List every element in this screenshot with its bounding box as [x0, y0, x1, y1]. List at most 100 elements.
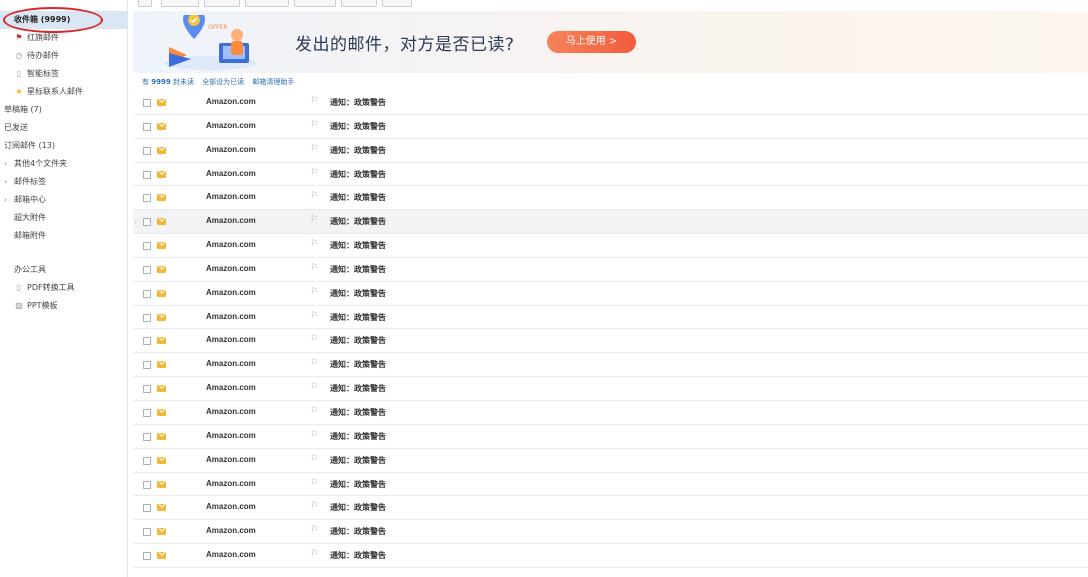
flag-icon[interactable]: ⚐ — [310, 549, 318, 559]
sidebar-item-ppt-template[interactable]: ▨ PPT模板 — [0, 297, 127, 315]
mail-subject: 通知：政策警告 — [330, 312, 386, 322]
flag-icon[interactable]: ⚐ — [310, 478, 318, 488]
mail-sender: Amazon.com — [206, 550, 256, 560]
mail-row[interactable]: Amazon.com ⚐ 通知：政策警告 — [133, 186, 1088, 211]
flag-icon[interactable]: ⚐ — [310, 358, 318, 368]
flag-icon[interactable]: ⚐ — [310, 96, 318, 106]
ppt-icon: ▨ — [15, 301, 23, 310]
sidebar-item-label: 收件箱 (9999) — [14, 15, 71, 24]
sidebar: 收件箱 (9999) ⚑ 红旗邮件 ◷ 待办邮件 ▯ 智能标签 ★ 星标联系人邮… — [0, 0, 128, 577]
mail-checkbox[interactable] — [143, 170, 151, 179]
mail-row[interactable]: Amazon.com ⚐ 通知：政策警告 — [133, 377, 1088, 401]
mark-all-read-link[interactable]: 全部设为已读 — [202, 78, 244, 86]
sidebar-item-inbox[interactable]: 收件箱 (9999) — [0, 11, 127, 29]
flag-icon[interactable]: ⚐ — [310, 430, 318, 440]
mail-checkbox[interactable] — [143, 265, 151, 274]
mail-row[interactable]: Amazon.com ⚐ 通知：政策警告 — [133, 115, 1088, 139]
mail-checkbox[interactable] — [143, 146, 151, 155]
flag-icon[interactable]: ⚐ — [310, 501, 318, 511]
mail-subject: 通知：政策警告 — [330, 241, 386, 251]
flag-icon[interactable]: ⚐ — [310, 525, 318, 535]
mail-row[interactable]: Amazon.com ⚐ 通知：政策警告 — [133, 258, 1088, 282]
sidebar-item-pdf-tool[interactable]: ▯ PDF转换工具 — [0, 279, 127, 297]
mail-sender: Amazon.com — [206, 168, 256, 178]
mail-row[interactable]: Amazon.com ⚐ 通知：政策警告 — [133, 139, 1088, 163]
mail-checkbox[interactable] — [143, 552, 151, 561]
sidebar-item-subscriptions[interactable]: 订阅邮件 (13) — [0, 137, 127, 155]
mail-checkbox[interactable] — [143, 313, 151, 322]
sidebar-item-large-attachments[interactable]: 超大附件 — [0, 209, 127, 227]
mail-row[interactable]: ‹ Amazon.com ⚐ 通知：政策警告 — [133, 210, 1088, 235]
mailbox-cleanup-link[interactable]: 邮箱清理助手 — [252, 78, 294, 86]
mail-checkbox[interactable] — [143, 432, 151, 441]
flag-icon[interactable]: ⚐ — [310, 406, 318, 416]
toolbar-button[interactable] — [204, 0, 240, 7]
mail-row[interactable]: Amazon.com ⚐ 通知：政策警告 — [133, 306, 1088, 330]
toolbar — [128, 0, 1088, 9]
sidebar-item-drafts[interactable]: 草稿箱 (7) — [0, 101, 127, 119]
toolbar-button[interactable] — [382, 0, 412, 7]
mail-row[interactable]: Amazon.com ⚐ 通知：政策警告 — [133, 449, 1088, 473]
mail-row[interactable]: Amazon.com ⚐ 通知：政策警告 — [133, 473, 1088, 497]
flag-icon[interactable]: ⚐ — [310, 191, 318, 201]
mail-checkbox[interactable] — [143, 337, 151, 346]
sidebar-item-mail-tags[interactable]: › 邮件标签 — [0, 173, 127, 191]
mail-row[interactable]: Amazon.com ⚐ 通知：政策警告 — [133, 329, 1088, 354]
sidebar-item-starred-contacts[interactable]: ★ 星标联系人邮件 — [0, 83, 127, 101]
mail-checkbox[interactable] — [143, 361, 151, 370]
sidebar-item-red-flag[interactable]: ⚑ 红旗邮件 — [0, 29, 127, 47]
mail-row[interactable]: Amazon.com ⚐ 通知：政策警告 — [133, 282, 1088, 306]
mail-row[interactable]: Amazon.com ⚐ 通知：政策警告 — [133, 520, 1088, 545]
mail-checkbox[interactable] — [143, 122, 151, 131]
mail-checkbox[interactable] — [143, 408, 151, 417]
flag-icon[interactable]: ⚐ — [310, 144, 318, 154]
mail-checkbox[interactable] — [143, 218, 151, 227]
flag-icon[interactable]: ⚐ — [310, 334, 318, 344]
mail-checkbox[interactable] — [143, 242, 151, 251]
mail-checkbox[interactable] — [143, 480, 151, 489]
toolbar-select-all-checkbox[interactable] — [138, 0, 152, 7]
mail-row[interactable]: Amazon.com ⚐ 通知：政策警告 — [133, 234, 1088, 258]
flag-icon[interactable]: ⚐ — [310, 263, 318, 273]
flag-icon[interactable]: ⚐ — [310, 287, 318, 297]
toolbar-button[interactable] — [341, 0, 377, 7]
toolbar-button[interactable] — [161, 0, 199, 7]
mail-checkbox[interactable] — [143, 528, 151, 537]
mail-row[interactable]: Amazon.com ⚐ 通知：政策警告 — [133, 544, 1088, 568]
mail-checkbox[interactable] — [143, 504, 151, 513]
flag-icon[interactable]: ⚐ — [310, 120, 318, 130]
mail-checkbox[interactable] — [143, 99, 151, 107]
flag-icon[interactable]: ⚐ — [310, 454, 318, 464]
mail-checkbox[interactable] — [143, 194, 151, 203]
mail-row[interactable]: Amazon.com ⚐ 通知：政策警告 — [133, 401, 1088, 425]
flag-icon[interactable]: ⚐ — [310, 168, 318, 178]
mail-row[interactable]: Amazon.com ⚐ 通知：政策警告 — [133, 163, 1088, 187]
flag-icon[interactable]: ⚐ — [310, 239, 318, 249]
promo-banner[interactable]: OFFER 发出的邮件，对方是否已读? 马上使用 > — [133, 11, 1088, 73]
pdf-icon: ▯ — [16, 283, 22, 292]
toolbar-button[interactable] — [294, 0, 336, 7]
sidebar-tools-header: 办公工具 — [0, 261, 127, 279]
sidebar-item-mail-center[interactable]: › 邮箱中心 — [0, 191, 127, 209]
sidebar-item-other-folders[interactable]: › 其他4个文件夹 — [0, 155, 127, 173]
drag-handle-icon[interactable]: ‹ — [134, 218, 137, 226]
sidebar-item-mail-attachments[interactable]: 邮箱附件 — [0, 227, 127, 245]
sidebar-item-sent[interactable]: 已发送 — [0, 119, 127, 137]
mail-checkbox[interactable] — [143, 385, 151, 394]
sidebar-item-todo[interactable]: ◷ 待办邮件 — [0, 47, 127, 65]
toolbar-button[interactable] — [245, 0, 289, 7]
envelope-icon — [157, 218, 166, 226]
mail-row[interactable]: Amazon.com ⚐ 通知：政策警告 — [133, 353, 1088, 378]
mail-row[interactable]: Amazon.com ⚐ 通知：政策警告 — [133, 425, 1088, 449]
mail-checkbox[interactable] — [143, 289, 151, 298]
sidebar-item-smart-tag[interactable]: ▯ 智能标签 — [0, 65, 127, 83]
mail-sender: Amazon.com — [206, 335, 256, 345]
flag-icon[interactable]: ⚐ — [310, 382, 318, 392]
mail-checkbox[interactable] — [143, 456, 151, 465]
mail-row[interactable]: Amazon.com ⚐ 通知：政策警告 — [133, 496, 1088, 521]
flag-icon[interactable]: ⚐ — [310, 311, 318, 321]
mail-subject: 通知：政策警告 — [330, 145, 386, 155]
promo-cta-button[interactable]: 马上使用 > — [547, 31, 636, 53]
flag-icon[interactable]: ⚐ — [310, 215, 318, 225]
mail-row[interactable]: Amazon.com ⚐ 通知：政策警告 — [133, 91, 1088, 115]
